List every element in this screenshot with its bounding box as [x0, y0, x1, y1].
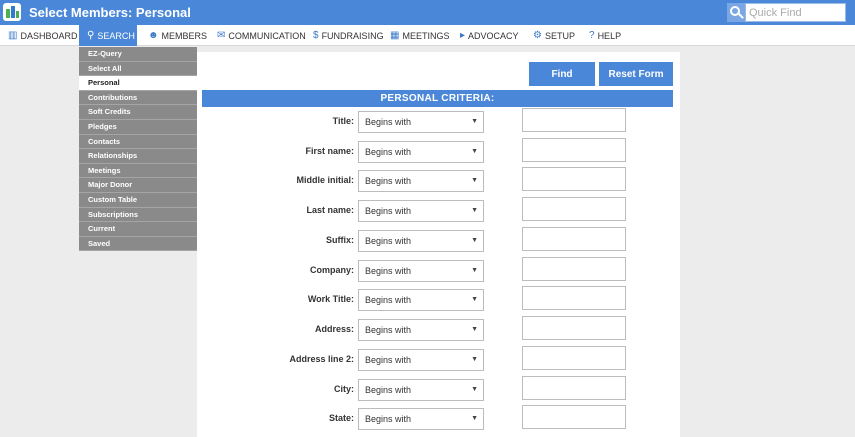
dropdown-arrow-icon: ▼ [471, 267, 478, 274]
criteria-row-title: Title: Begins with ▼ [197, 108, 680, 135]
envelope-icon: ✉ [217, 29, 226, 41]
criteria-row-middle-initial: Middle initial: Begins with ▼ [197, 167, 680, 194]
nav-communication[interactable]: ✉ COMMUNICATION [217, 25, 306, 46]
sidebar-item-relationships[interactable]: Relationships [79, 149, 197, 164]
megaphone-icon: ▸ [460, 29, 466, 41]
nav-search[interactable]: ⚲ SEARCH [79, 25, 137, 46]
quick-find-input[interactable] [745, 3, 846, 22]
sidebar-item-saved[interactable]: Saved [79, 236, 197, 252]
criteria-label: State: [328, 413, 354, 423]
sidebar-item-personal[interactable]: Personal [79, 76, 197, 91]
criteria-row-company: Company: Begins with ▼ [197, 257, 680, 284]
sidebar-item-contributions[interactable]: Contributions [79, 90, 197, 106]
dollar-icon: $ [313, 29, 319, 41]
criteria-label: Company: [309, 265, 354, 275]
criteria-row-work-title: Work Title: Begins with ▼ [197, 286, 680, 313]
sidebar-item-ez-query[interactable]: EZ-Query [79, 47, 197, 62]
criteria-label: Address line 2: [289, 354, 354, 364]
sidebar-item-contacts[interactable]: Contacts [79, 134, 197, 150]
operator-select[interactable]: Begins with ▼ [358, 408, 484, 430]
title-bar: Select Members: Personal [0, 0, 855, 25]
dropdown-arrow-icon: ▼ [471, 148, 478, 155]
value-input[interactable] [522, 286, 626, 310]
operator-select[interactable]: Begins with ▼ [358, 230, 484, 252]
dropdown-arrow-icon: ▼ [471, 326, 478, 333]
dashboard-icon: ▥ [8, 29, 18, 41]
criteria-label: Address: [314, 324, 354, 334]
nav-members[interactable]: ☻ MEMBERS [148, 25, 207, 46]
dropdown-arrow-icon: ▼ [471, 356, 478, 363]
criteria-panel: Find Reset Form PERSONAL CRITERIA: Title… [197, 52, 680, 437]
help-icon: ? [589, 29, 595, 41]
members-icon: ☻ [148, 29, 159, 41]
page-title: Select Members: Personal [29, 5, 191, 20]
value-input[interactable] [522, 227, 626, 251]
main-nav: ▥ DASHBOARD ⚲ SEARCH ☻ MEMBERS ✉ COMMUNI… [0, 25, 855, 46]
value-input[interactable] [522, 138, 626, 162]
dropdown-arrow-icon: ▼ [471, 415, 478, 422]
operator-select[interactable]: Begins with ▼ [358, 379, 484, 401]
criteria-label: City: [334, 384, 354, 394]
operator-select[interactable]: Begins with ▼ [358, 111, 484, 133]
nav-advocacy[interactable]: ▸ ADVOCACY [460, 25, 519, 46]
criteria-row-first-name: First name: Begins with ▼ [197, 138, 680, 165]
criteria-label: Middle initial: [296, 175, 355, 185]
value-input[interactable] [522, 108, 626, 132]
value-input[interactable] [522, 376, 626, 400]
value-input[interactable] [522, 197, 626, 221]
value-input[interactable] [522, 346, 626, 370]
nav-fundraising[interactable]: $ FUNDRAISING [313, 25, 384, 46]
sidebar-item-subscriptions[interactable]: Subscriptions [79, 207, 197, 223]
criteria-row-state: State: Begins with ▼ [197, 405, 680, 432]
dropdown-arrow-icon: ▼ [471, 118, 478, 125]
nav-setup[interactable]: ⚙ SETUP [533, 25, 575, 46]
nav-meetings[interactable]: ▦ MEETINGS [390, 25, 449, 46]
calendar-icon: ▦ [390, 29, 400, 41]
value-input[interactable] [522, 167, 626, 191]
sidebar-item-select-all[interactable]: Select All [79, 61, 197, 77]
dropdown-arrow-icon: ▼ [471, 386, 478, 393]
value-input[interactable] [522, 405, 626, 429]
app-logo-icon [3, 3, 21, 21]
operator-select[interactable]: Begins with ▼ [358, 289, 484, 311]
criteria-label: Suffix: [326, 235, 354, 245]
search-icon: ⚲ [87, 29, 95, 41]
nav-help[interactable]: ? HELP [589, 25, 621, 46]
gear-icon: ⚙ [533, 29, 542, 41]
value-input[interactable] [522, 257, 626, 281]
sidebar-item-soft-credits[interactable]: Soft Credits [79, 105, 197, 120]
operator-select[interactable]: Begins with ▼ [358, 170, 484, 192]
quick-find-search-icon[interactable] [727, 3, 745, 22]
criteria-label: Work Title: [307, 294, 354, 304]
criteria-label: Last name: [306, 205, 354, 215]
section-header: PERSONAL CRITERIA: [202, 90, 673, 107]
sidebar-item-pledges[interactable]: Pledges [79, 119, 197, 135]
dropdown-arrow-icon: ▼ [471, 207, 478, 214]
search-sidebar: EZ-Query Select All Personal Contributio… [79, 47, 197, 252]
sidebar-item-major-donor[interactable]: Major Donor [79, 178, 197, 193]
find-button[interactable]: Find [529, 62, 595, 86]
criteria-label: First name: [305, 146, 354, 156]
dropdown-arrow-icon: ▼ [471, 237, 478, 244]
sidebar-item-custom-table[interactable]: Custom Table [79, 192, 197, 208]
criteria-label: Title: [332, 116, 354, 126]
dropdown-arrow-icon: ▼ [471, 177, 478, 184]
nav-dashboard[interactable]: ▥ DASHBOARD [8, 25, 77, 46]
reset-form-button[interactable]: Reset Form [599, 62, 673, 86]
operator-select[interactable]: Begins with ▼ [358, 349, 484, 371]
criteria-row-city: City: Begins with ▼ [197, 376, 680, 403]
value-input[interactable] [522, 316, 626, 340]
criteria-row-address-line-2: Address line 2: Begins with ▼ [197, 346, 680, 373]
sidebar-item-meetings[interactable]: Meetings [79, 163, 197, 179]
sidebar-item-current[interactable]: Current [79, 222, 197, 237]
operator-select[interactable]: Begins with ▼ [358, 200, 484, 222]
operator-select[interactable]: Begins with ▼ [358, 319, 484, 341]
operator-select[interactable]: Begins with ▼ [358, 141, 484, 163]
criteria-row-last-name: Last name: Begins with ▼ [197, 197, 680, 224]
criteria-row-address: Address: Begins with ▼ [197, 316, 680, 343]
dropdown-arrow-icon: ▼ [471, 296, 478, 303]
criteria-row-suffix: Suffix: Begins with ▼ [197, 227, 680, 254]
operator-select[interactable]: Begins with ▼ [358, 260, 484, 282]
